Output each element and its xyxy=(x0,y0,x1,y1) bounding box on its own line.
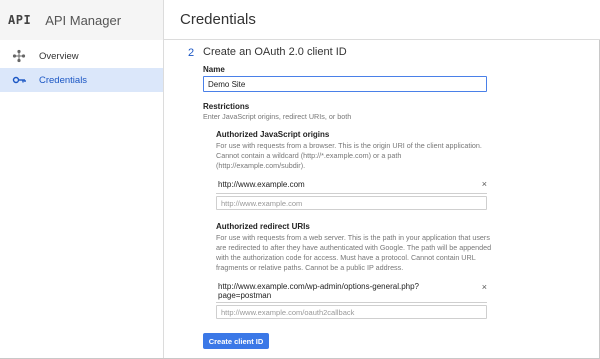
restrictions-help: Enter JavaScript origins, redirect URIs,… xyxy=(203,112,352,121)
redirects-help-line: fragments or relative paths. Cannot be a… xyxy=(216,263,404,272)
redirects-label: Authorized redirect URIs xyxy=(216,222,310,231)
sidebar-item-credentials[interactable]: Credentials xyxy=(0,68,163,92)
name-input[interactable]: Demo Site xyxy=(203,76,487,92)
origins-help-line: Cannot contain a wildcard (http://*.exam… xyxy=(216,151,402,160)
origin-entry: http://www.example.com × xyxy=(216,178,487,194)
new-redirect-input[interactable]: http://www.example.com/oauth2callback xyxy=(216,305,487,319)
create-client-id-button[interactable]: Create client ID xyxy=(203,333,269,349)
page-title: Credentials xyxy=(180,11,256,28)
name-input-value: Demo Site xyxy=(208,79,246,89)
sidebar: Overview Credentials xyxy=(0,40,164,358)
brand-area[interactable]: API API Manager xyxy=(0,0,164,40)
name-label: Name xyxy=(203,65,225,74)
redirect-entry: http://www.example.com/wp-admin/options-… xyxy=(216,281,487,303)
step-number: 2 xyxy=(188,47,195,59)
top-bar: API API Manager Credentials xyxy=(0,0,600,40)
origins-label: Authorized JavaScript origins xyxy=(216,130,330,139)
origins-help-line: For use with requests from a browser. Th… xyxy=(216,141,482,150)
redirects-help-line: with the authorization code for access. … xyxy=(216,253,476,262)
new-origin-placeholder: http://www.example.com xyxy=(221,198,303,208)
sidebar-item-label: Overview xyxy=(39,50,79,62)
key-icon xyxy=(12,73,26,87)
app-title: API Manager xyxy=(45,12,122,28)
new-origin-input[interactable]: http://www.example.com xyxy=(216,196,487,210)
redirect-entry-text-continued: page=postman xyxy=(218,291,272,300)
new-redirect-placeholder: http://www.example.com/oauth2callback xyxy=(221,307,355,317)
step-title: Create an OAuth 2.0 client ID xyxy=(203,46,347,58)
restrictions-label: Restrictions xyxy=(203,102,250,111)
sidebar-item-label: Credentials xyxy=(39,74,88,86)
redirects-help-line: For use with requests from a web server.… xyxy=(216,233,490,242)
overview-diamond-icon xyxy=(12,49,26,63)
remove-redirect-icon[interactable]: × xyxy=(482,282,487,292)
redirects-help-line: are redirected to after they have authen… xyxy=(216,243,492,252)
origins-help-line: (http://example.com/subdir). xyxy=(216,161,306,170)
remove-origin-icon[interactable]: × xyxy=(482,179,487,189)
sidebar-item-overview[interactable]: Overview xyxy=(0,44,163,68)
api-logo: API xyxy=(8,13,32,27)
origin-entry-text: http://www.example.com xyxy=(218,180,305,189)
